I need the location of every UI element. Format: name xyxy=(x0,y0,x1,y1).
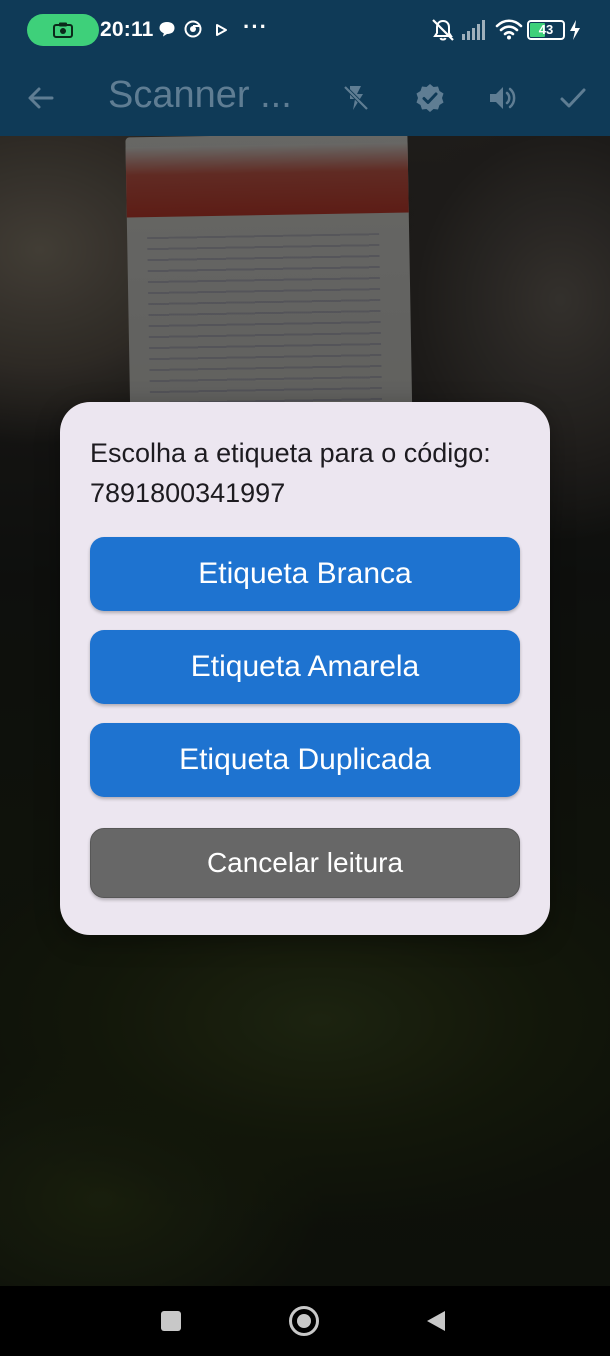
cancel-reading-button[interactable]: Cancelar leitura xyxy=(90,828,520,898)
check-icon xyxy=(560,88,586,108)
signal-icon xyxy=(462,20,485,40)
play-icon xyxy=(216,24,227,36)
dialog-message: Escolha a etiqueta para o código: 789180… xyxy=(90,438,491,508)
vibrate-mute-icon xyxy=(432,19,454,41)
screen-record-icon xyxy=(53,22,73,38)
verified-icon xyxy=(416,84,444,112)
volume-icon xyxy=(490,87,516,109)
wifi-icon xyxy=(495,19,523,40)
page-title: Scanner ... xyxy=(108,74,292,116)
recents-icon xyxy=(161,1311,181,1331)
chat-bubble-icon xyxy=(159,22,175,37)
label-choice-dialog: Escolha a etiqueta para o código: 789180… xyxy=(60,402,550,935)
battery-icon: 43 xyxy=(527,20,565,40)
status-time: 20:11 xyxy=(100,18,154,41)
system-nav-bar xyxy=(0,1286,610,1356)
screen-record-indicator[interactable] xyxy=(27,14,99,46)
charging-icon xyxy=(570,20,580,40)
chrome-icon xyxy=(184,20,202,38)
sound-toggle-button[interactable] xyxy=(479,75,525,121)
duplicate-label-button[interactable]: Etiqueta Duplicada xyxy=(90,723,520,797)
back-nav-button[interactable] xyxy=(415,1300,457,1342)
white-label-button[interactable]: Etiqueta Branca xyxy=(90,537,520,611)
verify-button[interactable] xyxy=(407,75,453,121)
back-arrow-icon xyxy=(28,87,54,109)
confirm-button[interactable] xyxy=(550,75,596,121)
yellow-label-button[interactable]: Etiqueta Amarela xyxy=(90,630,520,704)
home-icon xyxy=(289,1306,319,1336)
status-bar: 20:11 ··· 43 xyxy=(0,0,610,60)
back-button[interactable] xyxy=(18,75,64,121)
app-bar: Scanner ... xyxy=(0,60,610,136)
home-button[interactable] xyxy=(283,1300,325,1342)
recents-button[interactable] xyxy=(150,1300,192,1342)
flash-toggle-button[interactable] xyxy=(333,75,379,121)
back-icon xyxy=(427,1311,445,1331)
overflow-dots-icon: ··· xyxy=(243,14,268,39)
flash-off-icon xyxy=(343,85,369,111)
battery-percent: 43 xyxy=(538,22,554,37)
